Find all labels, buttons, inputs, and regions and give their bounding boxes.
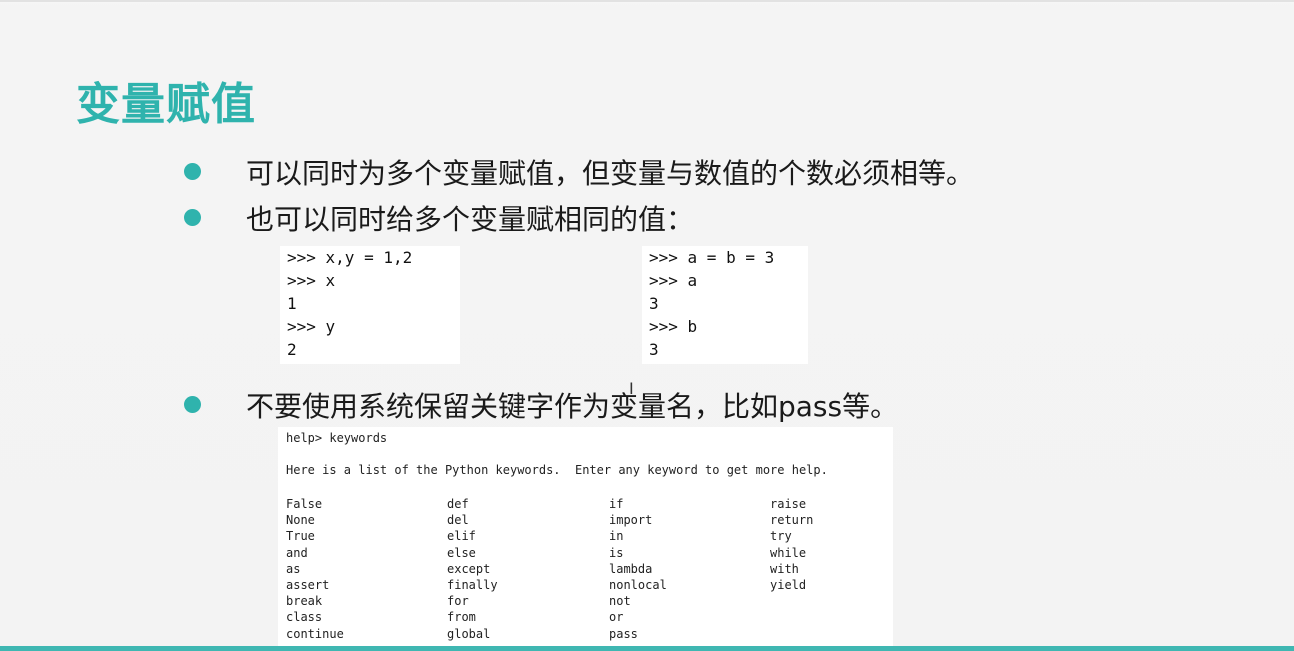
keyword-item: def bbox=[447, 497, 469, 511]
keyword-item: if bbox=[609, 497, 624, 511]
keyword-item: yield bbox=[770, 577, 807, 592]
keyword-item: False bbox=[286, 497, 323, 511]
keyword-item: with bbox=[770, 561, 799, 576]
keyword-item: except bbox=[447, 561, 491, 576]
keywords-intro: Here is a list of the Python keywords. E… bbox=[286, 463, 828, 477]
keyword-item: finally bbox=[447, 577, 498, 592]
keywords-terminal: help> keywords Here is a list of the Pyt… bbox=[278, 427, 893, 647]
keywords-column: def del elif else except finally for from global bbox=[447, 496, 498, 642]
code-line: 2 bbox=[287, 340, 297, 359]
code-example-left: >>> x,y = 1,2 >>> x 1 >>> y 2 bbox=[280, 246, 460, 364]
keyword-item: None bbox=[286, 513, 315, 528]
keywords-column: if import in is lambda nonlocal not or pass bbox=[609, 496, 667, 642]
keyword-item: raise bbox=[770, 497, 807, 511]
bullet-text-1: 可以同时为多个变量赋值，但变量与数值的个数必须相等。 bbox=[246, 157, 975, 190]
keyword-item: elif bbox=[447, 529, 476, 544]
keywords-column: raise return try while with yield bbox=[770, 496, 813, 593]
code-line: >>> a bbox=[649, 271, 698, 290]
keyword-item: else bbox=[447, 545, 476, 560]
bullet-text-2: 也可以同时给多个变量赋相同的值： bbox=[246, 203, 695, 236]
code-line: >>> x bbox=[287, 271, 336, 290]
keyword-item: del bbox=[447, 513, 469, 528]
keyword-item: continue bbox=[286, 626, 344, 641]
code-line: 3 bbox=[649, 340, 659, 359]
code-line: 1 bbox=[287, 294, 297, 313]
bullet-dot bbox=[184, 396, 201, 413]
keyword-item: True bbox=[286, 529, 315, 544]
code-example-right: >>> a = b = 3 >>> a 3 >>> b 3 bbox=[642, 246, 808, 364]
text-cursor-icon: I bbox=[629, 379, 634, 398]
keyword-item: not bbox=[609, 594, 631, 609]
bottom-accent-bar bbox=[0, 646, 1294, 651]
keyword-item: return bbox=[770, 513, 814, 528]
keyword-item: from bbox=[447, 610, 476, 625]
keyword-item: import bbox=[609, 513, 653, 528]
bullet-dot bbox=[184, 163, 201, 180]
keywords-column: False None True and as assert break class contin… bbox=[286, 496, 344, 642]
keyword-item: global bbox=[447, 626, 491, 641]
code-line: >>> b bbox=[649, 317, 698, 336]
keyword-item: nonlocal bbox=[609, 577, 667, 592]
code-line: >>> x,y = 1,2 bbox=[287, 248, 413, 267]
code-line: >>> a = b = 3 bbox=[649, 248, 775, 267]
keyword-item: in bbox=[609, 529, 624, 544]
keyword-item: while bbox=[770, 545, 807, 560]
keyword-item: or bbox=[609, 610, 624, 625]
keyword-item: as bbox=[286, 561, 301, 576]
keyword-item: and bbox=[286, 545, 308, 560]
code-line: >>> y bbox=[287, 317, 336, 336]
keyword-item: assert bbox=[286, 577, 330, 592]
presentation-slide: 变量赋值 可以同时为多个变量赋值，但变量与数值的个数必须相等。 也可以同时给多个… bbox=[0, 0, 1294, 651]
keyword-item: break bbox=[286, 594, 323, 609]
help-prompt: help> keywords bbox=[286, 431, 388, 445]
keyword-item: class bbox=[286, 610, 323, 625]
keyword-item: for bbox=[447, 594, 469, 609]
keyword-item: lambda bbox=[609, 561, 653, 576]
keyword-item: try bbox=[770, 529, 792, 544]
code-line: 3 bbox=[649, 294, 659, 313]
keyword-item: pass bbox=[609, 626, 638, 641]
slide-title: 变量赋值 bbox=[76, 79, 256, 130]
bullet-dot bbox=[184, 209, 201, 226]
keyword-item: is bbox=[609, 545, 624, 560]
bullet-text-3: 不要使用系统保留关键字作为变量名，比如pass等。 bbox=[246, 390, 899, 423]
